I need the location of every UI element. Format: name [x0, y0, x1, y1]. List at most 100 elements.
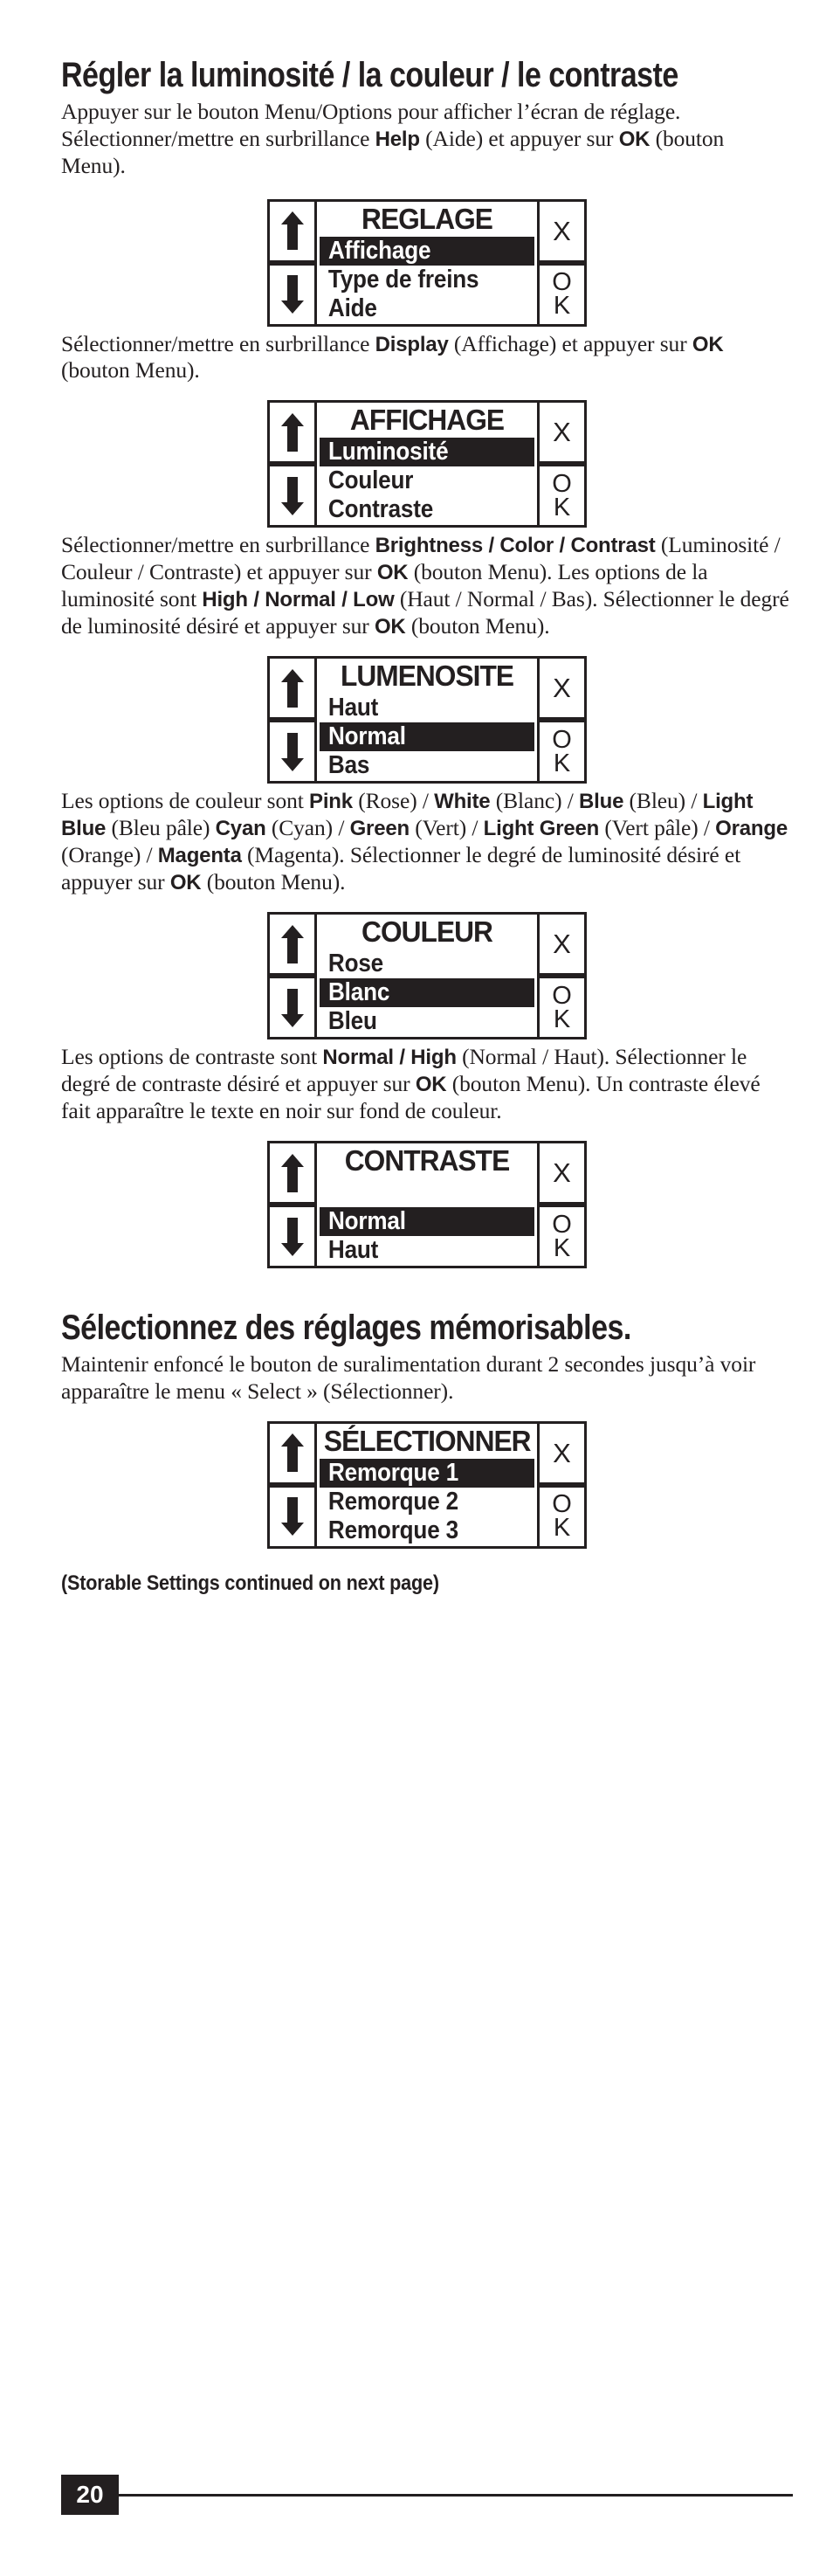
- scroll-up-button[interactable]: [270, 201, 317, 263]
- ok-label-line-2: K: [553, 1233, 571, 1262]
- ok-label-line-1: O: [552, 268, 572, 297]
- color-paragraph: Les options de couleur sont Pink (Rose) …: [61, 788, 793, 896]
- cancel-button[interactable]: X: [537, 915, 584, 977]
- emphasis-term: Orange: [715, 817, 788, 841]
- lcd-top-half: X: [270, 403, 584, 465]
- page-title: Régler la luminosité / la couleur / le c…: [61, 56, 678, 94]
- emphasis-term: Pink: [309, 790, 353, 814]
- lcd-top-half: X: [270, 1423, 584, 1485]
- lcd-bottom-half: O K: [270, 464, 584, 526]
- scroll-down-button[interactable]: [270, 976, 317, 1038]
- ok-label-line-1: O: [552, 1210, 572, 1239]
- lcd-bottom-half: O K: [270, 1205, 584, 1267]
- scroll-down-button[interactable]: [270, 720, 317, 782]
- paragraph-text: Les options de contraste sont: [61, 1044, 323, 1070]
- manual-page: Régler la luminosité / la couleur / le c…: [0, 0, 833, 2576]
- storable-settings-title: Sélectionnez des réglages mémorisables.: [61, 1309, 631, 1348]
- arrow-down-icon: [280, 1497, 304, 1537]
- emphasis-term: Magenta: [157, 844, 242, 868]
- scroll-up-button[interactable]: [270, 403, 317, 465]
- emphasis-term: Green: [349, 817, 410, 841]
- cancel-button[interactable]: X: [537, 201, 584, 263]
- footer-divider: [119, 2493, 793, 2497]
- ok-label-line-2: K: [553, 493, 571, 521]
- ok-button[interactable]: O K: [537, 262, 584, 324]
- lcd-screen-reglage-wrapper: X O K REGLAGE Affichage Type de freins A…: [61, 198, 793, 327]
- scroll-down-button[interactable]: [270, 464, 317, 526]
- lcd-screen-affichage: X O K AFFICHAGE Luminosité Couleur Contr…: [267, 400, 587, 528]
- lcd-screen-contraste-wrapper: X O K CONTRASTE Normal Haut: [61, 1141, 793, 1269]
- lcd-screen-contraste: X O K CONTRASTE Normal Haut: [267, 1141, 587, 1269]
- lcd-center-top: [317, 403, 537, 464]
- emphasis-term: OK: [376, 561, 409, 585]
- ok-button[interactable]: O K: [537, 720, 584, 782]
- ok-label-line-1: O: [552, 982, 572, 1011]
- lcd-center-bottom: [317, 976, 537, 1037]
- emphasis-term: High / Normal / Low: [202, 588, 395, 612]
- lcd-center-bottom: [317, 720, 537, 781]
- ok-button[interactable]: O K: [537, 976, 584, 1038]
- emphasis-term: White: [434, 790, 491, 814]
- paragraph-text: (bouton Menu).: [405, 613, 550, 639]
- cancel-button[interactable]: X: [537, 403, 584, 465]
- lcd-bottom-half: O K: [270, 1484, 584, 1546]
- arrow-down-icon: [280, 476, 304, 515]
- arrow-down-icon: [280, 732, 304, 771]
- ok-button[interactable]: O K: [537, 464, 584, 526]
- emphasis-term: Normal / High: [322, 1046, 457, 1070]
- arrow-up-icon: [280, 1153, 304, 1192]
- paragraph-text: (Vert) /: [409, 815, 484, 841]
- paragraph-text: Sélectionner/mettre en surbrillance: [61, 532, 375, 558]
- lcd-center-top: [317, 659, 537, 720]
- ok-button[interactable]: O K: [537, 1484, 584, 1546]
- lcd-screen-couleur: X O K COULEUR Rose Blanc Bleu: [267, 912, 587, 1040]
- ok-label-line-2: K: [553, 1514, 571, 1543]
- lcd-center-top: [317, 1424, 537, 1485]
- scroll-down-button[interactable]: [270, 1205, 317, 1267]
- scroll-up-button[interactable]: [270, 1423, 317, 1485]
- ok-label: O K: [552, 1210, 572, 1262]
- scroll-up-button[interactable]: [270, 1143, 317, 1205]
- page-footer: 20: [61, 2475, 793, 2515]
- paragraph-text: Les options de couleur sont: [61, 788, 310, 814]
- scroll-down-button[interactable]: [270, 1484, 317, 1546]
- cancel-button[interactable]: X: [537, 659, 584, 721]
- ok-label-line-2: K: [553, 749, 571, 777]
- display-paragraph: Sélectionner/mettre en surbrillance Disp…: [61, 331, 793, 385]
- ok-button[interactable]: O K: [537, 1205, 584, 1267]
- ok-label-line-1: O: [552, 1490, 572, 1519]
- ok-label-line-1: O: [552, 470, 572, 499]
- scroll-up-button[interactable]: [270, 659, 317, 721]
- paragraph-text: Maintenir enfoncé le bouton de suralimen…: [61, 1350, 756, 1404]
- lcd-center-top: [317, 1143, 537, 1205]
- lcd-screen-reglage: X O K REGLAGE Affichage Type de freins A…: [267, 198, 587, 327]
- paragraph-text: (Affichage) et appuyer sur: [448, 330, 692, 356]
- lcd-bottom-half: O K: [270, 262, 584, 324]
- arrow-up-icon: [280, 211, 304, 250]
- continued-note: (Storable Settings continued on next pag…: [61, 1571, 439, 1595]
- cancel-button[interactable]: X: [537, 1143, 584, 1205]
- emphasis-term: Light Green: [483, 817, 600, 841]
- emphasis-term: OK: [415, 1073, 447, 1097]
- ok-label-line-2: K: [553, 292, 571, 320]
- paragraph-text: (bouton Menu).: [61, 357, 200, 383]
- lcd-top-half: X: [270, 1143, 584, 1205]
- cancel-label: X: [553, 929, 571, 960]
- ok-label: O K: [552, 726, 572, 777]
- lcd-screen-selectionner: X O K SÉLECTIONNER Remorque 1 Remorque 2…: [267, 1420, 587, 1549]
- paragraph-text: (Rose) /: [352, 788, 435, 814]
- emphasis-term: Help: [375, 127, 420, 151]
- lcd-top-half: X: [270, 201, 584, 263]
- lcd-top-half: X: [270, 659, 584, 721]
- scroll-down-button[interactable]: [270, 262, 317, 324]
- ok-label-line-1: O: [552, 726, 572, 755]
- brightness-paragraph: Sélectionner/mettre en surbrillance Brig…: [61, 532, 793, 640]
- cancel-button[interactable]: X: [537, 1423, 584, 1485]
- ok-label-line-2: K: [553, 1005, 571, 1033]
- lcd-screen-lumenosite-wrapper: X O K LUMENOSITE Haut Normal Bas: [61, 656, 793, 784]
- ok-label: O K: [552, 268, 572, 320]
- arrow-up-icon: [280, 668, 304, 708]
- emphasis-term: Display: [375, 332, 449, 356]
- scroll-up-button[interactable]: [270, 915, 317, 977]
- ok-label: O K: [552, 982, 572, 1033]
